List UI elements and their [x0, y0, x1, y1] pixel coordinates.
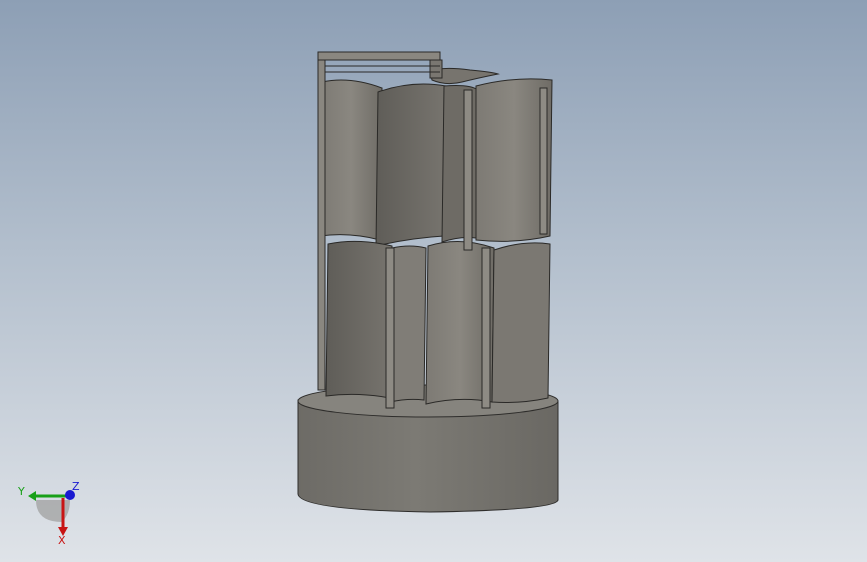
upper-rotor-blades[interactable]	[319, 67, 553, 247]
3d-viewport[interactable]: Y X Z	[0, 0, 867, 562]
y-axis-label: Y	[17, 485, 25, 498]
wind-turbine-model[interactable]	[0, 0, 867, 562]
lower-rotor-blades[interactable]	[325, 240, 551, 405]
triad-z-axis: Z	[65, 480, 80, 500]
triad-base-shape	[36, 500, 70, 522]
axis-triad: Y X Z	[17, 480, 80, 547]
z-axis-label: Z	[72, 480, 80, 493]
x-axis-label: X	[58, 534, 66, 547]
